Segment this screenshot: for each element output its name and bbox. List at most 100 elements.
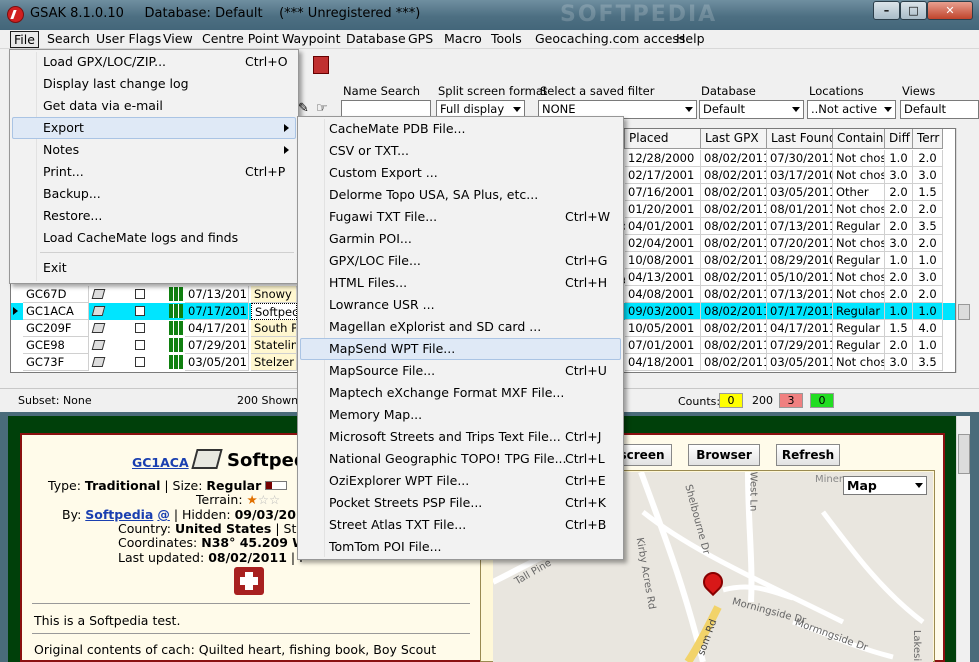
first-aid-icon[interactable]: [234, 567, 264, 595]
export-menu-item[interactable]: Magellan eXplorist and SD card ...: [329, 316, 619, 338]
counts-label: Counts:: [678, 395, 721, 408]
gpx-cell: 08/02/2011: [701, 235, 767, 252]
column-header[interactable]: Diff: [885, 129, 913, 149]
column-header[interactable]: Last GPX: [701, 129, 767, 149]
star-empty-icon: ☆☆: [257, 492, 281, 507]
column-header[interactable]: Placed: [625, 129, 701, 149]
file-menu-item[interactable]: Notes: [43, 139, 293, 161]
flag-checkbox[interactable]: [135, 323, 145, 333]
scroll-thumb[interactable]: [958, 304, 970, 320]
menu-centre-point[interactable]: Centre Point: [202, 31, 279, 48]
export-menu-item[interactable]: GPX/LOC File... Ctrl+G: [329, 250, 619, 272]
cache-code-cell[interactable]: GC1ACA: [23, 303, 89, 320]
menu-database[interactable]: Database: [346, 31, 406, 48]
menu-item-label: Export: [43, 120, 84, 135]
grid-scrollbar[interactable]: [956, 128, 970, 373]
export-menu-item[interactable]: Pocket Streets PSP File... Ctrl+K: [329, 492, 619, 514]
cache-code-cell[interactable]: GCE98: [23, 337, 89, 354]
file-menu-item[interactable]: Load GPX/LOC/ZIP... Ctrl+O: [43, 51, 293, 73]
file-menu-item[interactable]: Display last change log: [43, 73, 293, 95]
maximize-button[interactable]: □: [900, 1, 927, 20]
file-menu-item[interactable]: Exit: [43, 257, 293, 279]
menu-tools[interactable]: Tools: [491, 31, 522, 48]
cache-code-cell[interactable]: GC73F: [23, 354, 89, 371]
type-line: Type: Traditional | Size: Regular: [48, 478, 288, 493]
menu-waypoint[interactable]: Waypoint: [282, 31, 341, 48]
menu-gps[interactable]: GPS: [408, 31, 433, 48]
menu-file[interactable]: File: [10, 31, 39, 48]
export-menu-item[interactable]: OziExplorer WPT File... Ctrl+E: [329, 470, 619, 492]
placed-cell: 10/08/2001: [625, 252, 701, 269]
cache-name-cell[interactable]: Softpedia: [251, 303, 297, 320]
file-menu-item[interactable]: Restore...: [43, 205, 293, 227]
file-menu-item[interactable]: Load CacheMate logs and finds: [43, 227, 293, 249]
found-cell: 07/13/2011: [767, 286, 833, 303]
export-menu-item[interactable]: Lowrance USR ...: [329, 294, 619, 316]
file-menu-item[interactable]: Get data via e-mail: [43, 95, 293, 117]
flag-checkbox[interactable]: [135, 340, 145, 350]
flag-checkbox[interactable]: [135, 357, 145, 367]
database-select[interactable]: Default: [699, 100, 804, 119]
menu-view[interactable]: View: [163, 31, 193, 48]
column-header[interactable]: Container: [833, 129, 885, 149]
detail-scrollbar[interactable]: [956, 416, 970, 662]
export-menu-item[interactable]: CacheMate PDB File...: [329, 118, 619, 140]
hand-icon[interactable]: ☞: [316, 101, 328, 116]
browser-button[interactable]: Browser: [688, 444, 760, 466]
export-menu-item[interactable]: Street Atlas TXT File... Ctrl+B: [329, 514, 619, 536]
cache-name-cell[interactable]: South Pa: [251, 320, 297, 337]
file-menu-item[interactable]: Backup...: [43, 183, 293, 205]
export-menu-item[interactable]: Delorme Topo USA, SA Plus, etc...: [329, 184, 619, 206]
cache-name-cell[interactable]: Stateline: [251, 337, 297, 354]
menu-item-label: Maptech eXchange Format MXF File...: [329, 385, 565, 400]
export-tool-icon[interactable]: [313, 56, 329, 74]
export-menu-item[interactable]: CSV or TXT...: [329, 140, 619, 162]
export-menu-item[interactable]: Garmin POI...: [329, 228, 619, 250]
file-menu-item[interactable]: Print... Ctrl+P: [43, 161, 293, 183]
cache-code-cell[interactable]: GC209F: [23, 320, 89, 337]
cache-name-cell[interactable]: Stelzer S: [251, 354, 297, 371]
updated-label: Last updated:: [118, 550, 205, 565]
last-log-date-cell: 03/05/2011: [185, 354, 249, 371]
menu-user-flags[interactable]: User Flags: [96, 31, 161, 48]
export-menu-item[interactable]: Microsoft Streets and Trips Text File...…: [329, 426, 619, 448]
type-label: Type:: [48, 478, 81, 493]
export-menu-item[interactable]: MapSend WPT File...: [329, 338, 619, 360]
hidden-label: | Hidden:: [173, 507, 231, 522]
cache-code-cell[interactable]: GC67D: [23, 286, 89, 303]
export-menu-item[interactable]: MapSource File... Ctrl+U: [329, 360, 619, 382]
column-header[interactable]: Terr: [913, 129, 943, 149]
map-type-select[interactable]: Map: [843, 476, 927, 495]
menu-item-shortcut: Ctrl+K: [565, 495, 606, 510]
flag-checkbox[interactable]: [135, 289, 145, 299]
menu-geocaching-access[interactable]: Geocaching.com access: [535, 31, 685, 48]
minimize-button[interactable]: –: [873, 1, 900, 20]
owner-mail-link[interactable]: @: [157, 507, 170, 522]
menu-macro[interactable]: Macro: [444, 31, 482, 48]
menu-help[interactable]: Help: [676, 31, 705, 48]
export-menu-item[interactable]: Maptech eXchange Format MXF File...: [329, 382, 619, 404]
export-menu-item[interactable]: Memory Map...: [329, 404, 619, 426]
refresh-button[interactable]: Refresh: [776, 444, 840, 466]
flag-checkbox[interactable]: [135, 306, 145, 316]
menu-item-label: Magellan eXplorist and SD card ...: [329, 319, 542, 334]
locations-select[interactable]: ..Not active: [807, 100, 896, 119]
app-logo-icon[interactable]: [7, 6, 24, 23]
close-button[interactable]: ✕: [927, 1, 973, 20]
menu-search[interactable]: Search: [47, 31, 90, 48]
edit-icon[interactable]: ✎: [298, 101, 309, 116]
shown-count: 200 Shown: [237, 394, 299, 407]
column-header[interactable]: Last Found: [767, 129, 833, 149]
export-menu-item[interactable]: National Geographic TOPO! TPG File... Ctr…: [329, 448, 619, 470]
cache-code-link[interactable]: GC1ACA: [132, 455, 189, 470]
owner-link[interactable]: Softpedia: [85, 507, 153, 522]
export-menu-item[interactable]: Custom Export ...: [329, 162, 619, 184]
views-select[interactable]: Default: [900, 100, 979, 119]
cache-name-cell[interactable]: Snowy P: [251, 286, 297, 303]
export-menu-item[interactable]: TomTom POI File...: [329, 536, 619, 558]
export-menu-item[interactable]: HTML Files... Ctrl+H: [329, 272, 619, 294]
updated-value: 08/02/2011: [208, 550, 287, 565]
export-menu-item[interactable]: Fugawi TXT File... Ctrl+W: [329, 206, 619, 228]
file-menu-item[interactable]: Export: [43, 117, 293, 139]
container-cell: Not chose: [833, 201, 885, 218]
